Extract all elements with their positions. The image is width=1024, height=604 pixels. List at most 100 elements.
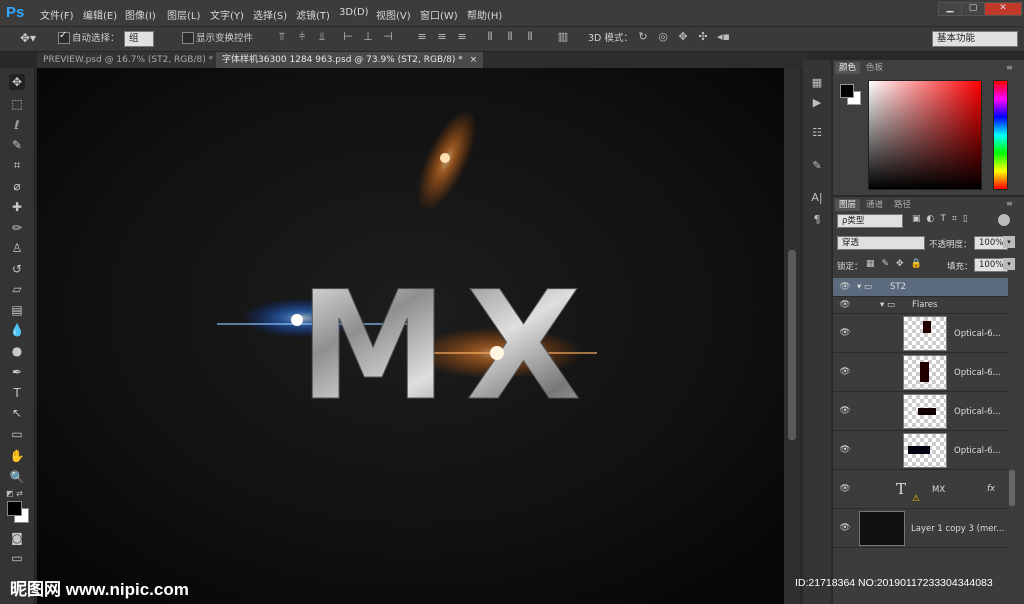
color-picker-field[interactable]	[868, 80, 982, 190]
distribute-top-icon[interactable]: ≡	[416, 31, 428, 43]
auto-select-checkbox[interactable]: ✓	[58, 30, 70, 44]
color-fg-swatch[interactable]	[840, 84, 854, 98]
quick-mask-icon[interactable]: ◙	[9, 530, 25, 546]
menu-3d[interactable]: 3D(D)	[339, 7, 369, 18]
align-hcenter-icon[interactable]: ⊥	[362, 31, 374, 43]
layer-effects-icon[interactable]: fx	[987, 484, 995, 494]
menu-help[interactable]: 帮助(H)	[467, 7, 502, 22]
distribute-vcenter-icon[interactable]: ≡	[436, 31, 448, 43]
distribute-hcenter-icon[interactable]: ⦀	[504, 31, 516, 43]
zoom-tool-icon[interactable]: 🔍	[9, 469, 25, 485]
3d-scale-icon[interactable]: ◂▪	[717, 31, 730, 43]
visibility-eye-icon[interactable]: 👁	[839, 484, 851, 494]
pen-tool-icon[interactable]: ✒	[9, 364, 25, 380]
default-colors-icon[interactable]: ◩ ⇄	[6, 489, 23, 498]
tab-swatches[interactable]: 色板	[862, 62, 887, 74]
brush-tool-icon[interactable]: ✏	[9, 220, 25, 236]
paragraph-panel-icon[interactable]: ¶	[808, 212, 826, 228]
align-top-icon[interactable]: ⫪	[276, 31, 288, 43]
group-expand-icon[interactable]: ▾ ▭	[857, 282, 872, 292]
visibility-eye-icon[interactable]: 👁	[839, 445, 851, 455]
align-left-icon[interactable]: ⊢	[342, 31, 354, 43]
screen-mode-icon[interactable]: ▭	[9, 550, 25, 566]
align-right-icon[interactable]: ⊣	[382, 31, 394, 43]
lock-icons[interactable]: ▦✎✥🔒	[866, 259, 929, 269]
filter-toggle-icon[interactable]	[998, 214, 1010, 226]
crop-tool-icon[interactable]: ⌗	[9, 157, 25, 173]
brush-panel-icon[interactable]: ✎	[808, 158, 826, 174]
move-tool-preset-icon[interactable]: ✥▾	[20, 31, 36, 45]
panel-menu-icon[interactable]: ≡	[1006, 63, 1013, 72]
tab-active-document[interactable]: 字体样机36300 1284 963.psd @ 73.9% (ST2, RGB…	[216, 52, 483, 68]
fill-slider-toggle[interactable]: ▾	[1003, 258, 1015, 270]
visibility-eye-icon[interactable]: 👁	[839, 523, 851, 533]
3d-roll-icon[interactable]: ◎	[657, 31, 669, 43]
rectangle-tool-icon[interactable]: ▭	[9, 426, 25, 442]
layers-scrollbar[interactable]	[1009, 470, 1015, 506]
menu-view[interactable]: 视图(V)	[376, 7, 411, 22]
layer-row-mx[interactable]	[833, 470, 1008, 509]
visibility-eye-icon[interactable]: 👁	[839, 300, 851, 310]
lasso-tool-icon[interactable]: ℓ	[9, 117, 25, 133]
group-expand-icon[interactable]: ▾ ▭	[880, 300, 895, 310]
gradient-tool-icon[interactable]: ▤	[9, 302, 25, 318]
eraser-tool-icon[interactable]: ▱	[9, 281, 25, 297]
marquee-tool-icon[interactable]: ⬚	[9, 96, 25, 112]
3d-rotate-icon[interactable]: ↻	[637, 31, 649, 43]
visibility-eye-icon[interactable]: 👁	[839, 367, 851, 377]
document-canvas[interactable]: MX	[37, 68, 784, 604]
workspace-dropdown[interactable]: 基本功能	[932, 31, 1018, 47]
healing-brush-tool-icon[interactable]: ✚	[9, 199, 25, 215]
dodge-tool-icon[interactable]: ●	[9, 343, 25, 359]
character-panel-icon[interactable]: A|	[808, 190, 826, 206]
menu-filter[interactable]: 滤镜(T)	[296, 7, 330, 22]
clone-stamp-tool-icon[interactable]: ♙	[9, 240, 25, 256]
tab-layers[interactable]: 图层	[835, 199, 861, 211]
tab-paths[interactable]: 路径	[890, 199, 915, 211]
align-bottom-icon[interactable]: ⫫	[316, 31, 328, 43]
menu-type[interactable]: 文字(Y)	[210, 7, 244, 22]
history-brush-tool-icon[interactable]: ↺	[9, 261, 25, 277]
show-transform-checkbox[interactable]	[182, 32, 194, 44]
auto-align-icon[interactable]: ▥	[557, 31, 569, 43]
menu-edit[interactable]: 编辑(E)	[83, 7, 117, 22]
move-tool-icon[interactable]: ✥	[9, 74, 25, 90]
tab-channels[interactable]: 通道	[862, 199, 887, 211]
path-selection-tool-icon[interactable]: ↖	[9, 405, 25, 421]
type-tool-icon[interactable]: T	[9, 385, 25, 401]
3d-pan-icon[interactable]: ✥	[677, 31, 689, 43]
close-button[interactable]: ✕	[984, 2, 1022, 16]
restore-button[interactable]: ▢	[961, 2, 985, 16]
blend-mode-dropdown[interactable]: 穿透	[837, 236, 925, 250]
foreground-color-swatch[interactable]	[7, 501, 22, 516]
menu-select[interactable]: 选择(S)	[253, 7, 287, 22]
menu-layer[interactable]: 图层(L)	[167, 7, 200, 22]
visibility-eye-icon[interactable]: 👁	[839, 328, 851, 338]
distribute-right-icon[interactable]: ⦀	[524, 31, 536, 43]
hue-slider[interactable]	[993, 80, 1008, 190]
opacity-slider-toggle[interactable]: ▾	[1003, 236, 1015, 248]
distribute-left-icon[interactable]: ⦀	[484, 31, 496, 43]
visibility-eye-icon[interactable]: 👁	[839, 406, 851, 416]
tab-close-icon[interactable]: ×	[470, 55, 478, 65]
properties-panel-icon[interactable]: ☷	[808, 125, 826, 141]
menu-window[interactable]: 窗口(W)	[420, 7, 458, 22]
auto-select-dropdown[interactable]: 组	[124, 31, 154, 47]
scrollbar-thumb[interactable]	[788, 250, 796, 440]
history-panel-icon[interactable]: ▦	[808, 75, 826, 91]
eyedropper-tool-icon[interactable]: ⌀	[9, 178, 25, 194]
layer-filter-icons[interactable]: ▣◐T⌗▯	[912, 214, 974, 224]
visibility-eye-icon[interactable]: 👁	[839, 282, 851, 292]
distribute-bottom-icon[interactable]: ≡	[456, 31, 468, 43]
3d-slide-icon[interactable]: ✣	[697, 31, 709, 43]
layers-panel-menu-icon[interactable]: ≡	[1006, 199, 1013, 208]
blur-tool-icon[interactable]: 💧	[9, 322, 25, 338]
tab-color[interactable]: 颜色	[835, 62, 861, 74]
layer-filter-dropdown[interactable]: ρ类型	[837, 214, 903, 228]
hand-tool-icon[interactable]: ✋	[9, 448, 25, 464]
tab-preview[interactable]: PREVIEW.psd @ 16.7% (ST2, RGB/8) * ×	[37, 52, 228, 68]
menu-file[interactable]: 文件(F)	[40, 7, 74, 22]
quick-select-tool-icon[interactable]: ✎	[9, 137, 25, 153]
minimize-button[interactable]: ▁	[938, 2, 962, 16]
menu-image[interactable]: 图像(I)	[125, 7, 156, 22]
